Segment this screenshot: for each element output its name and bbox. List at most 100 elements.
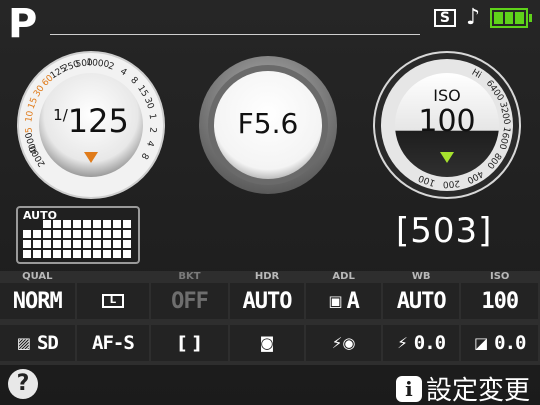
image-size-icon: L xyxy=(101,294,124,308)
shooting-sound-icon: S xyxy=(433,9,456,27)
settings-label: 設定変更 xyxy=(425,376,530,405)
hdr-value: AUTO xyxy=(242,288,293,314)
af-point xyxy=(73,240,81,248)
status-icons: S ♪ xyxy=(433,5,532,30)
dial-scale-label: 200 xyxy=(442,178,460,189)
aperture-dial[interactable]: F5.6 xyxy=(198,55,338,195)
image-quality-cell[interactable]: QUAL NORM xyxy=(0,271,75,319)
bracketing-value: OFF xyxy=(171,288,209,314)
af-area-mode-cell[interactable]: [ ] xyxy=(151,325,228,361)
af-point xyxy=(113,250,121,258)
shutter-speed-dial[interactable]: 2000 4000 5 10 15 30 60 125 250 500 1000 2 4 8 15 30 1 2 4… xyxy=(16,50,166,200)
af-point xyxy=(43,240,51,248)
flash-compensation-cell[interactable]: ⚡ 0.0 xyxy=(382,325,460,361)
af-point xyxy=(33,240,41,248)
af-point xyxy=(53,220,61,228)
shutter-value: 125 xyxy=(67,102,129,140)
hdr-cell[interactable]: HDR AUTO xyxy=(229,271,305,319)
change-settings-button[interactable]: i 設定変更 xyxy=(395,370,530,405)
af-point xyxy=(63,230,71,238)
af-point xyxy=(73,230,81,238)
af-point xyxy=(83,250,91,258)
iso-sensitivity-value: 100 xyxy=(481,288,519,314)
af-point xyxy=(93,230,101,238)
af-point xyxy=(23,240,31,248)
picture-control-cell[interactable]: ▨ SD xyxy=(0,325,75,361)
af-area-icon: [ ] xyxy=(178,332,201,354)
af-point xyxy=(123,220,131,228)
af-point xyxy=(23,250,31,258)
footer-bar: ? i 設定変更 xyxy=(0,365,540,405)
flash-redeye-icon: ⚡◉ xyxy=(331,334,356,352)
active-d-lighting-header: ADL xyxy=(332,271,355,282)
info-button-icon: i xyxy=(395,375,422,402)
info-panel: QUAL NORM L BKT OFF HDR AUTO ADL ▣ A WB AUTO ISO 100 … xyxy=(0,271,540,365)
flash-compensation-value: 0.0 xyxy=(413,332,446,354)
af-point xyxy=(113,220,121,228)
iso-label: ISO xyxy=(433,86,461,105)
hdr-header: HDR xyxy=(254,271,280,282)
flash-mode-cell[interactable]: ⚡◉ xyxy=(306,325,381,361)
exposure-compensation-cell[interactable]: ◪ 0.0 xyxy=(461,325,538,361)
af-point xyxy=(53,230,61,238)
image-quality-value: NORM xyxy=(12,288,63,314)
af-point xyxy=(113,230,121,238)
shutter-fraction-prefix: 1/ xyxy=(53,106,68,124)
iso-value: 100 xyxy=(418,104,476,139)
af-point xyxy=(103,240,111,248)
af-point xyxy=(113,240,121,248)
af-point xyxy=(73,250,81,258)
iso-sensitivity-header: ISO xyxy=(490,271,510,282)
af-area-grid-icon xyxy=(23,220,135,258)
af-point xyxy=(63,240,71,248)
metering-icon: ◙ xyxy=(259,334,275,352)
iso-sensitivity-cell[interactable]: ISO 100 xyxy=(461,271,538,319)
af-point xyxy=(103,230,111,238)
white-balance-value: AUTO xyxy=(396,288,447,314)
adl-icon: ▣ xyxy=(328,292,343,310)
af-point xyxy=(63,250,71,258)
af-point xyxy=(83,230,91,238)
af-point xyxy=(93,250,101,258)
battery-icon xyxy=(490,8,532,28)
shooting-mode: P xyxy=(8,1,38,47)
help-button[interactable]: ? xyxy=(8,369,38,399)
af-point xyxy=(23,230,31,238)
af-point xyxy=(103,220,111,228)
music-note-icon: ♪ xyxy=(465,5,480,30)
shots-remaining: [503] xyxy=(396,211,493,251)
active-d-lighting-value: A xyxy=(346,288,360,314)
bracketing-header: BKT xyxy=(178,271,201,282)
active-d-lighting-cell[interactable]: ADL ▣ A xyxy=(306,271,381,319)
aperture-value: F5.6 xyxy=(237,107,299,140)
auto-area-indicator[interactable]: AUTO xyxy=(16,206,140,264)
af-point xyxy=(83,240,91,248)
af-point xyxy=(103,250,111,258)
af-point xyxy=(93,240,101,248)
white-balance-header: WB xyxy=(411,271,431,282)
exposure-comp-icon: ◪ xyxy=(473,334,489,352)
af-point xyxy=(53,250,61,258)
af-point xyxy=(43,250,51,258)
header-divider xyxy=(50,34,420,35)
af-point xyxy=(123,250,131,258)
picture-control-icon: ▨ xyxy=(16,334,31,352)
focus-mode-cell[interactable]: AF-S xyxy=(76,325,150,361)
bracketing-cell[interactable]: BKT OFF xyxy=(151,271,228,319)
info-row-2: ▨ SD AF-S [ ] ◙ ⚡◉ ⚡ 0.0 ◪ 0.0 xyxy=(0,325,540,361)
af-point xyxy=(63,220,71,228)
iso-dial[interactable]: Hi 6400 3200 1600 800 400 200 100 ISO 100 xyxy=(372,50,522,200)
af-point xyxy=(83,220,91,228)
white-balance-cell[interactable]: WB AUTO xyxy=(382,271,460,319)
camera-info-screen: P S ♪ 2000 4000 5 10 15 30 60 125 250 500 1000 2 4 8 1… xyxy=(0,0,540,405)
flash-comp-icon: ⚡ xyxy=(397,334,408,352)
af-point xyxy=(33,230,41,238)
af-point xyxy=(123,240,131,248)
picture-control-value: SD xyxy=(36,332,59,354)
af-point xyxy=(43,230,51,238)
af-point xyxy=(53,240,61,248)
af-point xyxy=(43,220,51,228)
metering-cell[interactable]: ◙ xyxy=(229,325,305,361)
image-size-cell[interactable]: L xyxy=(76,283,150,319)
focus-mode-value: AF-S xyxy=(92,332,135,354)
